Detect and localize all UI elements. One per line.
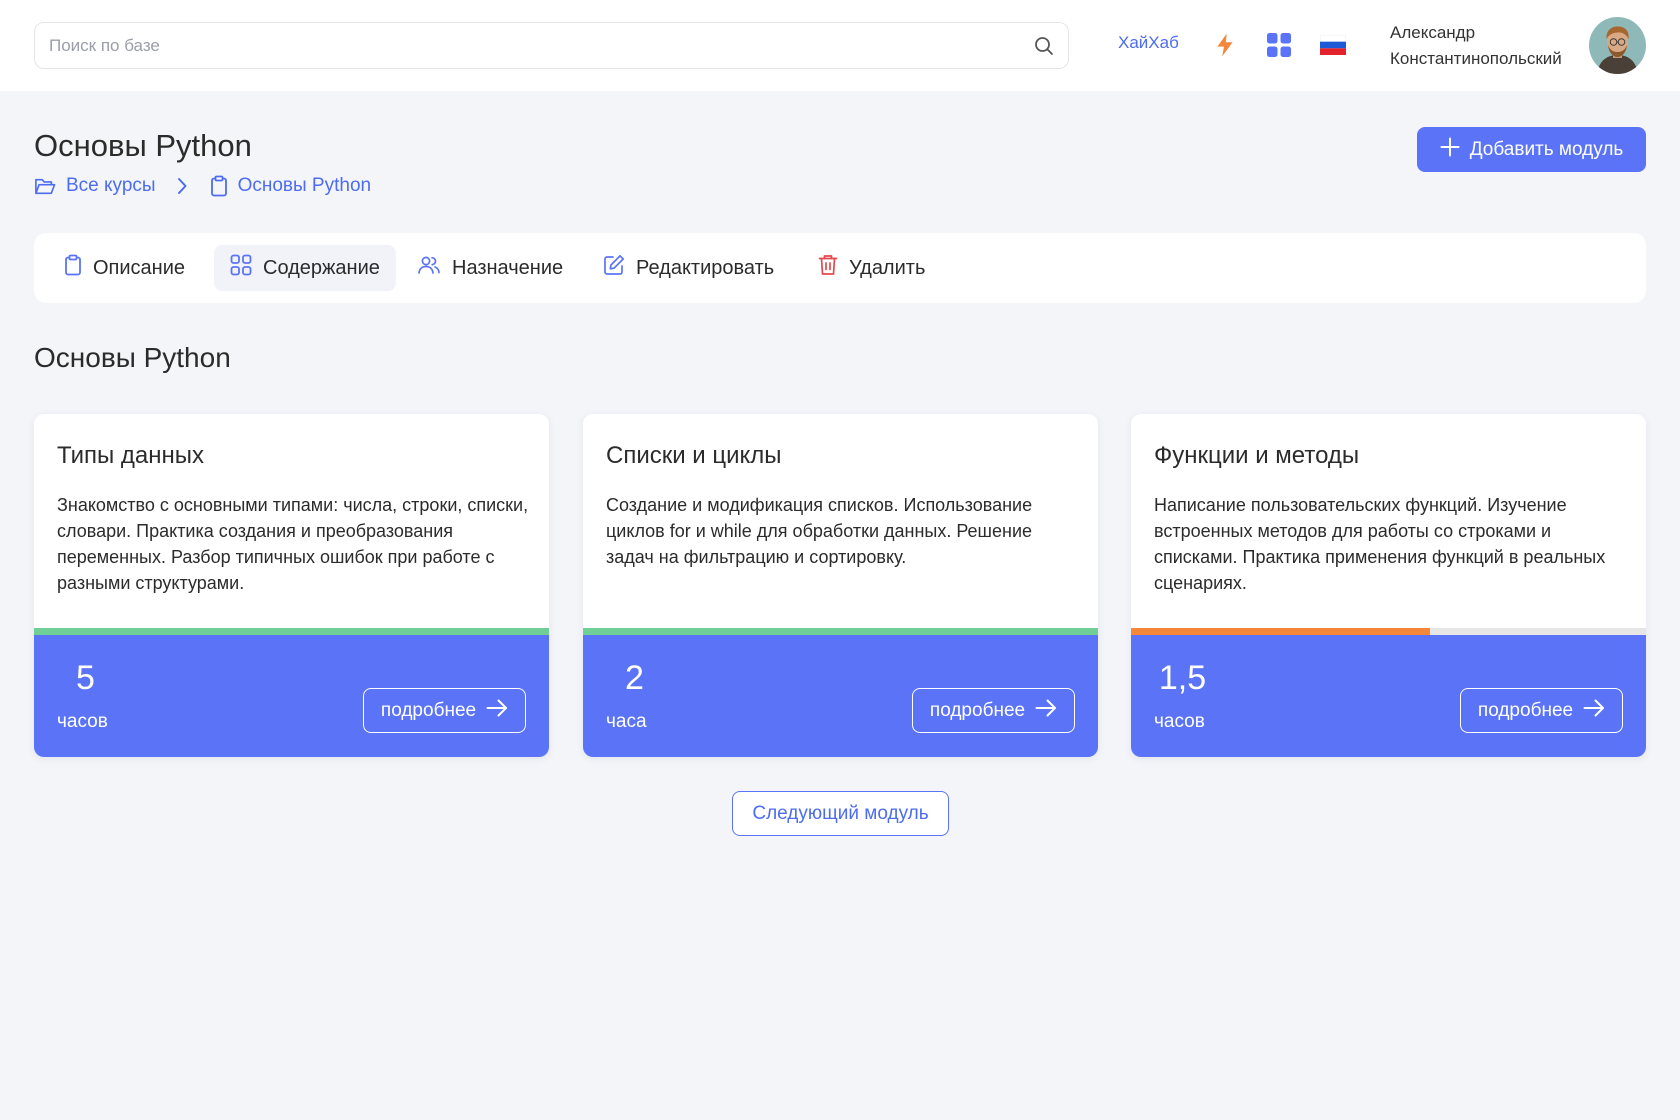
plus-icon	[1440, 137, 1460, 163]
module-footer: 2 часа подробнее	[583, 635, 1098, 757]
progress-fill	[1131, 628, 1430, 635]
edit-icon	[603, 254, 625, 282]
progress-fill	[34, 628, 549, 635]
progress-bar	[583, 628, 1098, 635]
clipboard-icon	[210, 175, 228, 197]
grid-icon	[230, 254, 252, 282]
hours-unit: часа	[606, 711, 647, 732]
hours-unit: часов	[57, 711, 108, 732]
user-last-name: Константинопольский	[1390, 49, 1562, 68]
add-module-button[interactable]: Добавить модуль	[1417, 127, 1646, 172]
hours-unit: часов	[1154, 711, 1205, 732]
tab-label: Содержание	[263, 256, 380, 279]
more-label: подробнее	[380, 699, 477, 721]
apps-grid-icon[interactable]	[1266, 32, 1292, 58]
breadcrumb: Все курсы Основы Python	[34, 173, 371, 199]
russian-flag-icon[interactable]	[1319, 34, 1347, 55]
module-title: Списки и циклы	[606, 442, 782, 469]
progress-bar	[34, 628, 549, 635]
search-box[interactable]	[34, 22, 1069, 69]
tab-delete[interactable]: Удалить	[802, 245, 941, 291]
hours-value: 2	[625, 659, 644, 697]
module-description: Написание пользовательских функций. Изуч…	[1154, 495, 1606, 593]
user-name[interactable]: Александр Константинопольский	[1390, 20, 1590, 72]
module-title: Типы данных	[57, 442, 205, 469]
section-title: Основы Python	[34, 342, 231, 373]
tab-label: Описание	[93, 256, 186, 279]
module-card[interactable]: Типы данных Знакомство с основными типам…	[34, 414, 549, 757]
clipboard-icon	[64, 254, 82, 282]
more-label: подробнее	[1477, 699, 1574, 721]
tab-label: Назначение	[452, 256, 564, 279]
tab-description[interactable]: Описание	[48, 245, 201, 291]
lightning-icon[interactable]	[1212, 32, 1238, 58]
more-button[interactable]: подробнее	[912, 688, 1075, 733]
arrow-right-icon	[1583, 699, 1605, 723]
search-icon[interactable]	[1032, 34, 1056, 58]
module-description: Знакомство с основными типами: числа, ст…	[57, 495, 529, 593]
top-bar: ХайХаб Александр Константинопольский	[0, 0, 1680, 91]
breadcrumb-all-courses[interactable]: Все курсы	[34, 175, 156, 197]
trash-icon	[818, 254, 838, 282]
hub-link[interactable]: ХайХаб	[1118, 33, 1179, 53]
tab-content[interactable]: Содержание	[214, 245, 396, 291]
module-card[interactable]: Списки и циклы Создание и модификация сп…	[583, 414, 1098, 757]
tab-label: Редактировать	[636, 256, 775, 279]
chevron-right-icon	[176, 177, 188, 195]
page-title: Основы Python	[34, 128, 252, 163]
module-footer: 1,5 часов подробнее	[1131, 635, 1646, 757]
more-button[interactable]: подробнее	[363, 688, 526, 733]
arrow-right-icon	[1035, 699, 1057, 723]
module-title: Функции и методы	[1154, 442, 1360, 469]
module-description: Создание и модификация списков. Использо…	[606, 495, 1033, 567]
breadcrumb-label: Все курсы	[66, 175, 156, 196]
users-icon	[417, 255, 441, 281]
folder-icon	[34, 176, 56, 196]
avatar[interactable]	[1589, 17, 1646, 74]
breadcrumb-label: Основы Python	[237, 175, 372, 196]
next-module-button[interactable]: Следующий модуль	[732, 791, 949, 836]
more-button[interactable]: подробнее	[1460, 688, 1623, 733]
more-label: подробнее	[929, 699, 1026, 721]
tab-assignment[interactable]: Назначение	[401, 245, 579, 291]
hours-value: 1,5	[1158, 659, 1207, 697]
add-module-label: Добавить модуль	[1469, 138, 1624, 160]
module-footer: 5 часов подробнее	[34, 635, 549, 757]
progress-fill	[583, 628, 1098, 635]
breadcrumb-current-course[interactable]: Основы Python	[210, 175, 372, 197]
arrow-right-icon	[486, 699, 508, 723]
progress-bar	[1131, 628, 1646, 635]
tab-label: Удалить	[849, 256, 926, 279]
module-card[interactable]: Функции и методы Написание пользовательс…	[1131, 414, 1646, 757]
course-tabs: Описание Содержание Назначение Редактиро…	[34, 233, 1646, 303]
search-input[interactable]	[49, 23, 1009, 68]
tab-edit[interactable]: Редактировать	[587, 245, 790, 291]
hours-value: 5	[76, 659, 95, 697]
user-first-name: Александр	[1390, 23, 1476, 42]
